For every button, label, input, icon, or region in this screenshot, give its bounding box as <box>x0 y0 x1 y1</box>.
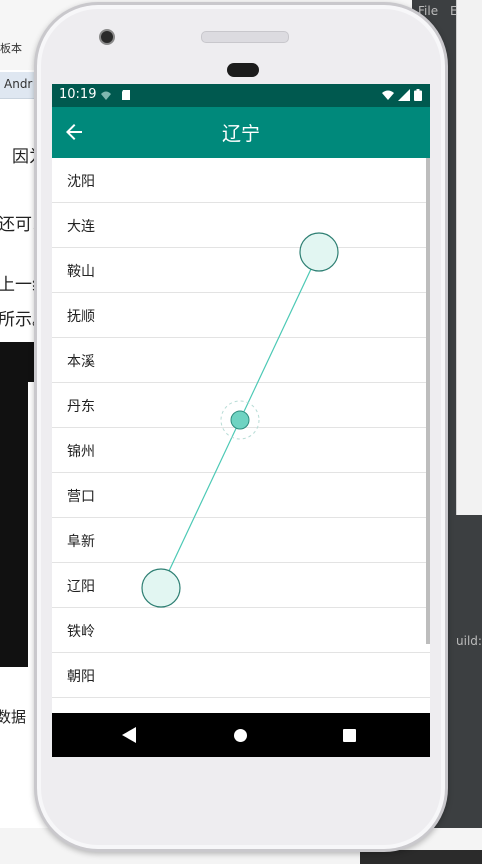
nav-home-icon[interactable] <box>234 729 247 742</box>
nav-recents-icon[interactable] <box>343 729 356 742</box>
city-label: 鞍山 <box>67 264 95 280</box>
background-text-5: 数据 <box>0 708 27 726</box>
list-item[interactable]: 沈阳 <box>52 158 430 203</box>
nav-back-icon[interactable] <box>122 727 136 743</box>
city-label: 沈阳 <box>67 174 95 190</box>
front-camera <box>99 29 115 45</box>
wifi-icon <box>101 91 111 100</box>
city-label: 辽阳 <box>67 579 95 595</box>
wifi-signal-icon <box>382 90 394 100</box>
city-label: 抚顺 <box>67 309 95 325</box>
list-scrollbar[interactable] <box>426 158 430 644</box>
list-item[interactable]: 营口 <box>52 473 430 518</box>
battery-icon <box>414 89 422 101</box>
background-label: 板本 <box>0 42 22 55</box>
status-bar: 10:19 <box>52 84 430 107</box>
city-label: 铁岭 <box>67 624 95 640</box>
system-nav-bar <box>52 713 430 757</box>
list-item[interactable]: 朝阳 <box>52 653 430 698</box>
list-item[interactable]: 锦州 <box>52 428 430 473</box>
list-item[interactable]: 抚顺 <box>52 293 430 338</box>
city-label: 大连 <box>67 219 95 235</box>
app-toolbar: 辽宁 <box>52 107 430 158</box>
cell-signal-icon <box>398 89 410 101</box>
status-time: 10:19 <box>59 87 97 102</box>
city-list[interactable]: 沈阳 大连 鞍山 抚顺 本溪 丹东 锦州 营口 阜新 辽阳 铁岭 朝阳 <box>52 158 430 698</box>
background-taskbar <box>360 850 482 864</box>
list-item[interactable]: 辽阳 <box>52 563 430 608</box>
city-label: 丹东 <box>67 399 95 415</box>
city-label: 锦州 <box>67 444 95 460</box>
ide-build-label: uild: <box>456 634 482 648</box>
sd-card-icon <box>122 90 130 100</box>
city-label: 本溪 <box>67 354 95 370</box>
page-title: 辽宁 <box>221 123 260 145</box>
list-item[interactable]: 大连 <box>52 203 430 248</box>
list-item[interactable]: 阜新 <box>52 518 430 563</box>
list-item[interactable]: 铁岭 <box>52 608 430 653</box>
list-item[interactable]: 鞍山 <box>52 248 430 293</box>
city-label: 阜新 <box>67 534 95 550</box>
city-label: 营口 <box>67 489 95 505</box>
list-item[interactable]: 本溪 <box>52 338 430 383</box>
background-tab-label: Andr <box>4 77 33 91</box>
earpiece-speaker <box>201 31 289 43</box>
proximity-sensor <box>227 63 259 77</box>
phone-screen: 10:19 辽宁 沈阳 大连 鞍山 抚顺 本溪 丹东 锦州 营口 阜新 辽阳 铁… <box>52 84 430 757</box>
list-item[interactable]: 丹东 <box>52 383 430 428</box>
ide-side-panel <box>456 0 482 515</box>
city-label: 朝阳 <box>67 669 95 685</box>
